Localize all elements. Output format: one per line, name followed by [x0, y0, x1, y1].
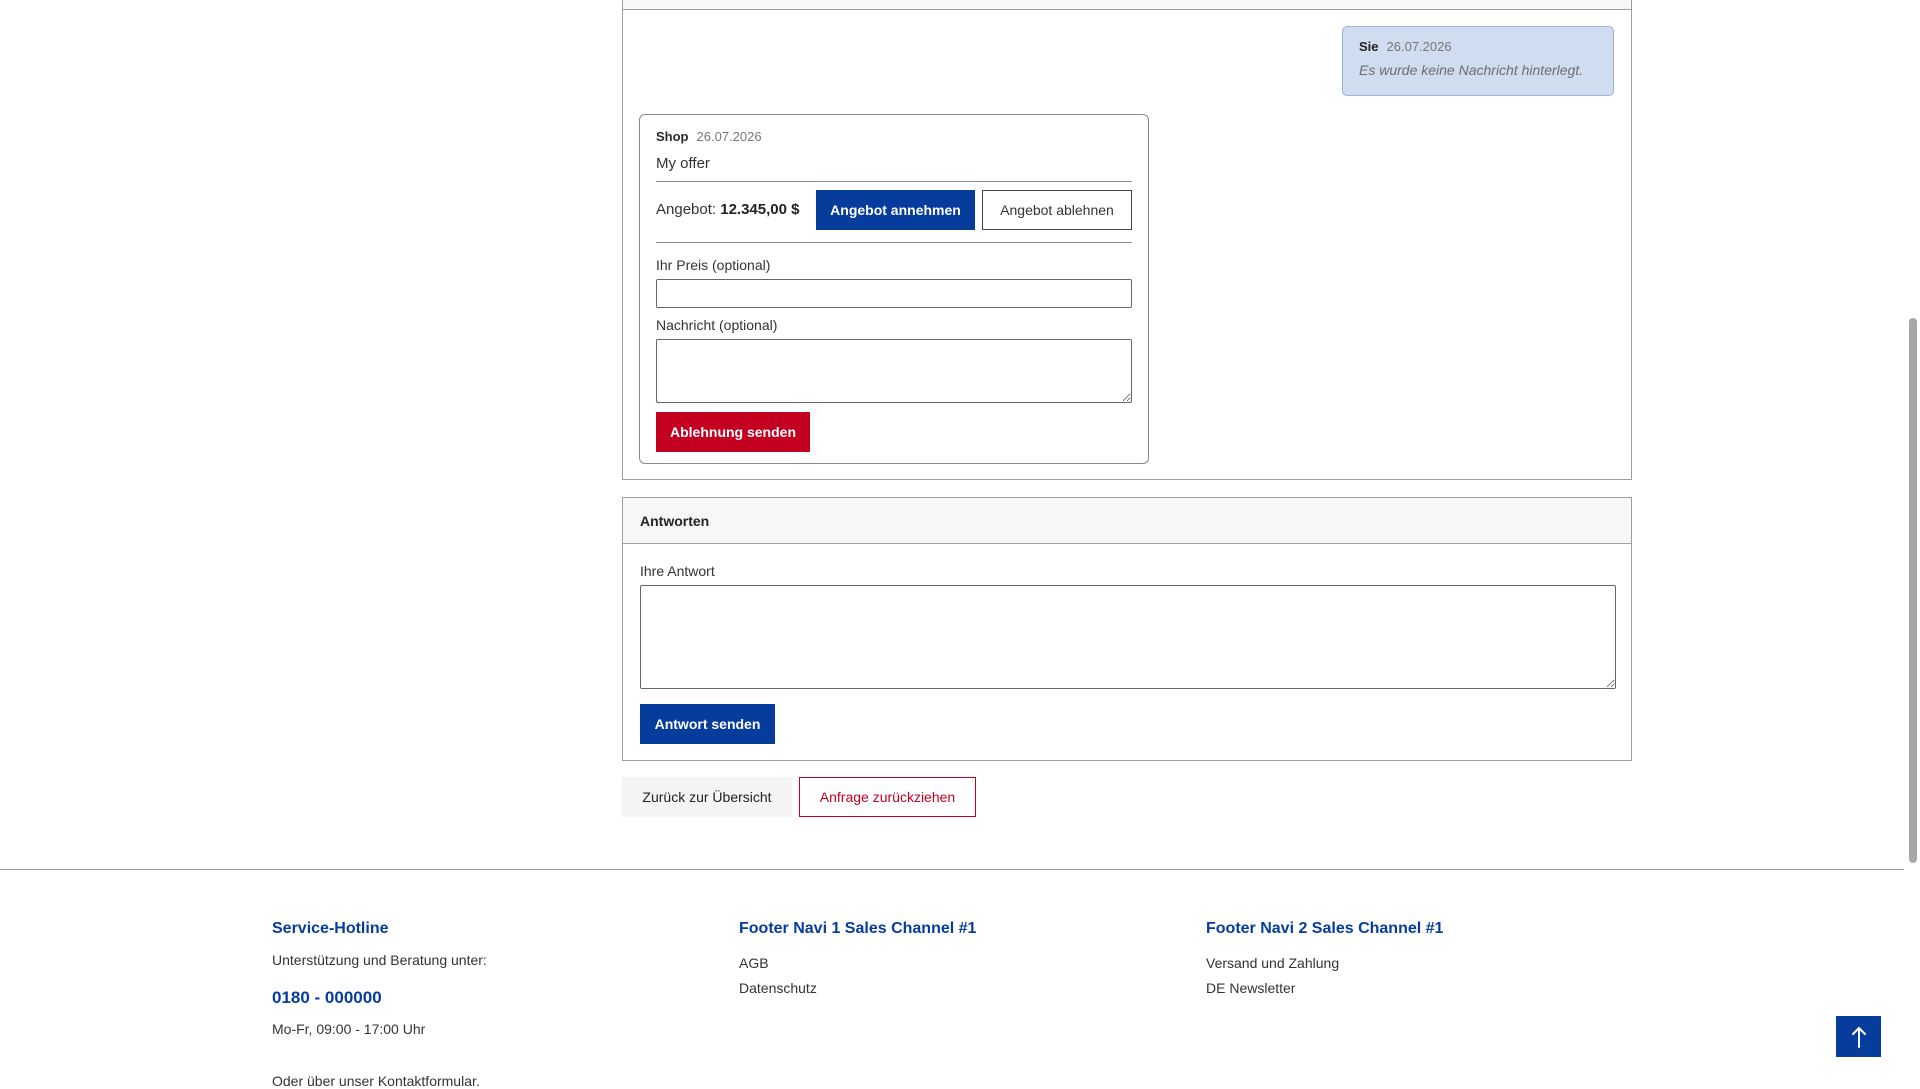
footer-navi1-title: Footer Navi 1 Sales Channel #1 — [739, 920, 977, 937]
footer-hotline-intro: Unterstützung und Beratung unter: — [272, 952, 487, 968]
offer-divider-top — [656, 181, 1132, 182]
offer-label: Angebot: — [656, 201, 717, 218]
user-message-header: Sie 26.07.2026 — [1359, 39, 1597, 54]
answer-field-label: Ihre Antwort — [640, 563, 715, 579]
message-textarea[interactable] — [656, 339, 1132, 403]
price-input[interactable] — [656, 279, 1132, 308]
send-answer-button[interactable]: Antwort senden — [640, 704, 775, 744]
user-message-text: Es wurde keine Nachricht hinterlegt. — [1359, 62, 1584, 78]
withdraw-request-button[interactable]: Anfrage zurückziehen — [799, 777, 976, 817]
reply-card: Antworten Ihre Antwort Antwort senden — [622, 497, 1632, 761]
arrow-up-icon — [1851, 1026, 1866, 1048]
back-to-overview-button[interactable]: Zurück zur Übersicht — [622, 777, 792, 817]
footer-navi2-title: Footer Navi 2 Sales Channel #1 — [1206, 920, 1444, 937]
footer-link-agb[interactable]: AGB — [739, 955, 769, 971]
shop-offer-date: 26.07.2026 — [696, 129, 762, 144]
footer-link-versand[interactable]: Versand und Zahlung — [1206, 955, 1339, 971]
offer-amount: 12.345,00 $ — [720, 201, 800, 218]
user-message-bubble: Sie 26.07.2026 Es wurde keine Nachricht h… — [1342, 26, 1614, 96]
price-field-label: Ihr Preis (optional) — [656, 257, 771, 273]
shop-offer-header: Shop 26.07.2026 — [656, 129, 762, 144]
answer-textarea[interactable] — [640, 585, 1616, 689]
footer-hotline-title: Service-Hotline — [272, 920, 389, 937]
user-message-date: 26.07.2026 — [1386, 39, 1452, 54]
footer-link-newsletter[interactable]: DE Newsletter — [1206, 980, 1295, 996]
offer-divider-bottom — [656, 242, 1132, 243]
offer-amount-line: Angebot: 12.345,00 $ — [656, 201, 799, 218]
decline-offer-button[interactable]: Angebot ablehnen — [982, 190, 1132, 230]
accept-offer-button[interactable]: Angebot annehmen — [816, 190, 975, 230]
footer-link-datenschutz[interactable]: Datenschutz — [739, 980, 817, 996]
shop-offer-card: Shop 26.07.2026 My offer Angebot: 12.345,… — [639, 114, 1149, 464]
footer-hotline-hours: Mo-Fr, 09:00 - 17:00 Uhr — [272, 1021, 426, 1037]
user-message-author: Sie — [1359, 39, 1379, 54]
scrollbar-thumb[interactable] — [1909, 318, 1917, 863]
message-field-label: Nachricht (optional) — [656, 317, 778, 333]
conversation-card-header — [623, 0, 1631, 10]
shop-offer-title: My offer — [656, 155, 710, 172]
footer-hotline-phone[interactable]: 0180 - 000000 — [272, 988, 382, 1008]
reply-card-heading: Antworten — [623, 498, 1631, 544]
shop-offer-author: Shop — [656, 129, 689, 144]
send-rejection-button[interactable]: Ablehnung senden — [656, 412, 810, 452]
scroll-to-top-button[interactable] — [1836, 1016, 1881, 1057]
footer-contact-text[interactable]: Oder über unser Kontaktformular. — [272, 1073, 480, 1089]
footer-divider — [0, 869, 1904, 870]
